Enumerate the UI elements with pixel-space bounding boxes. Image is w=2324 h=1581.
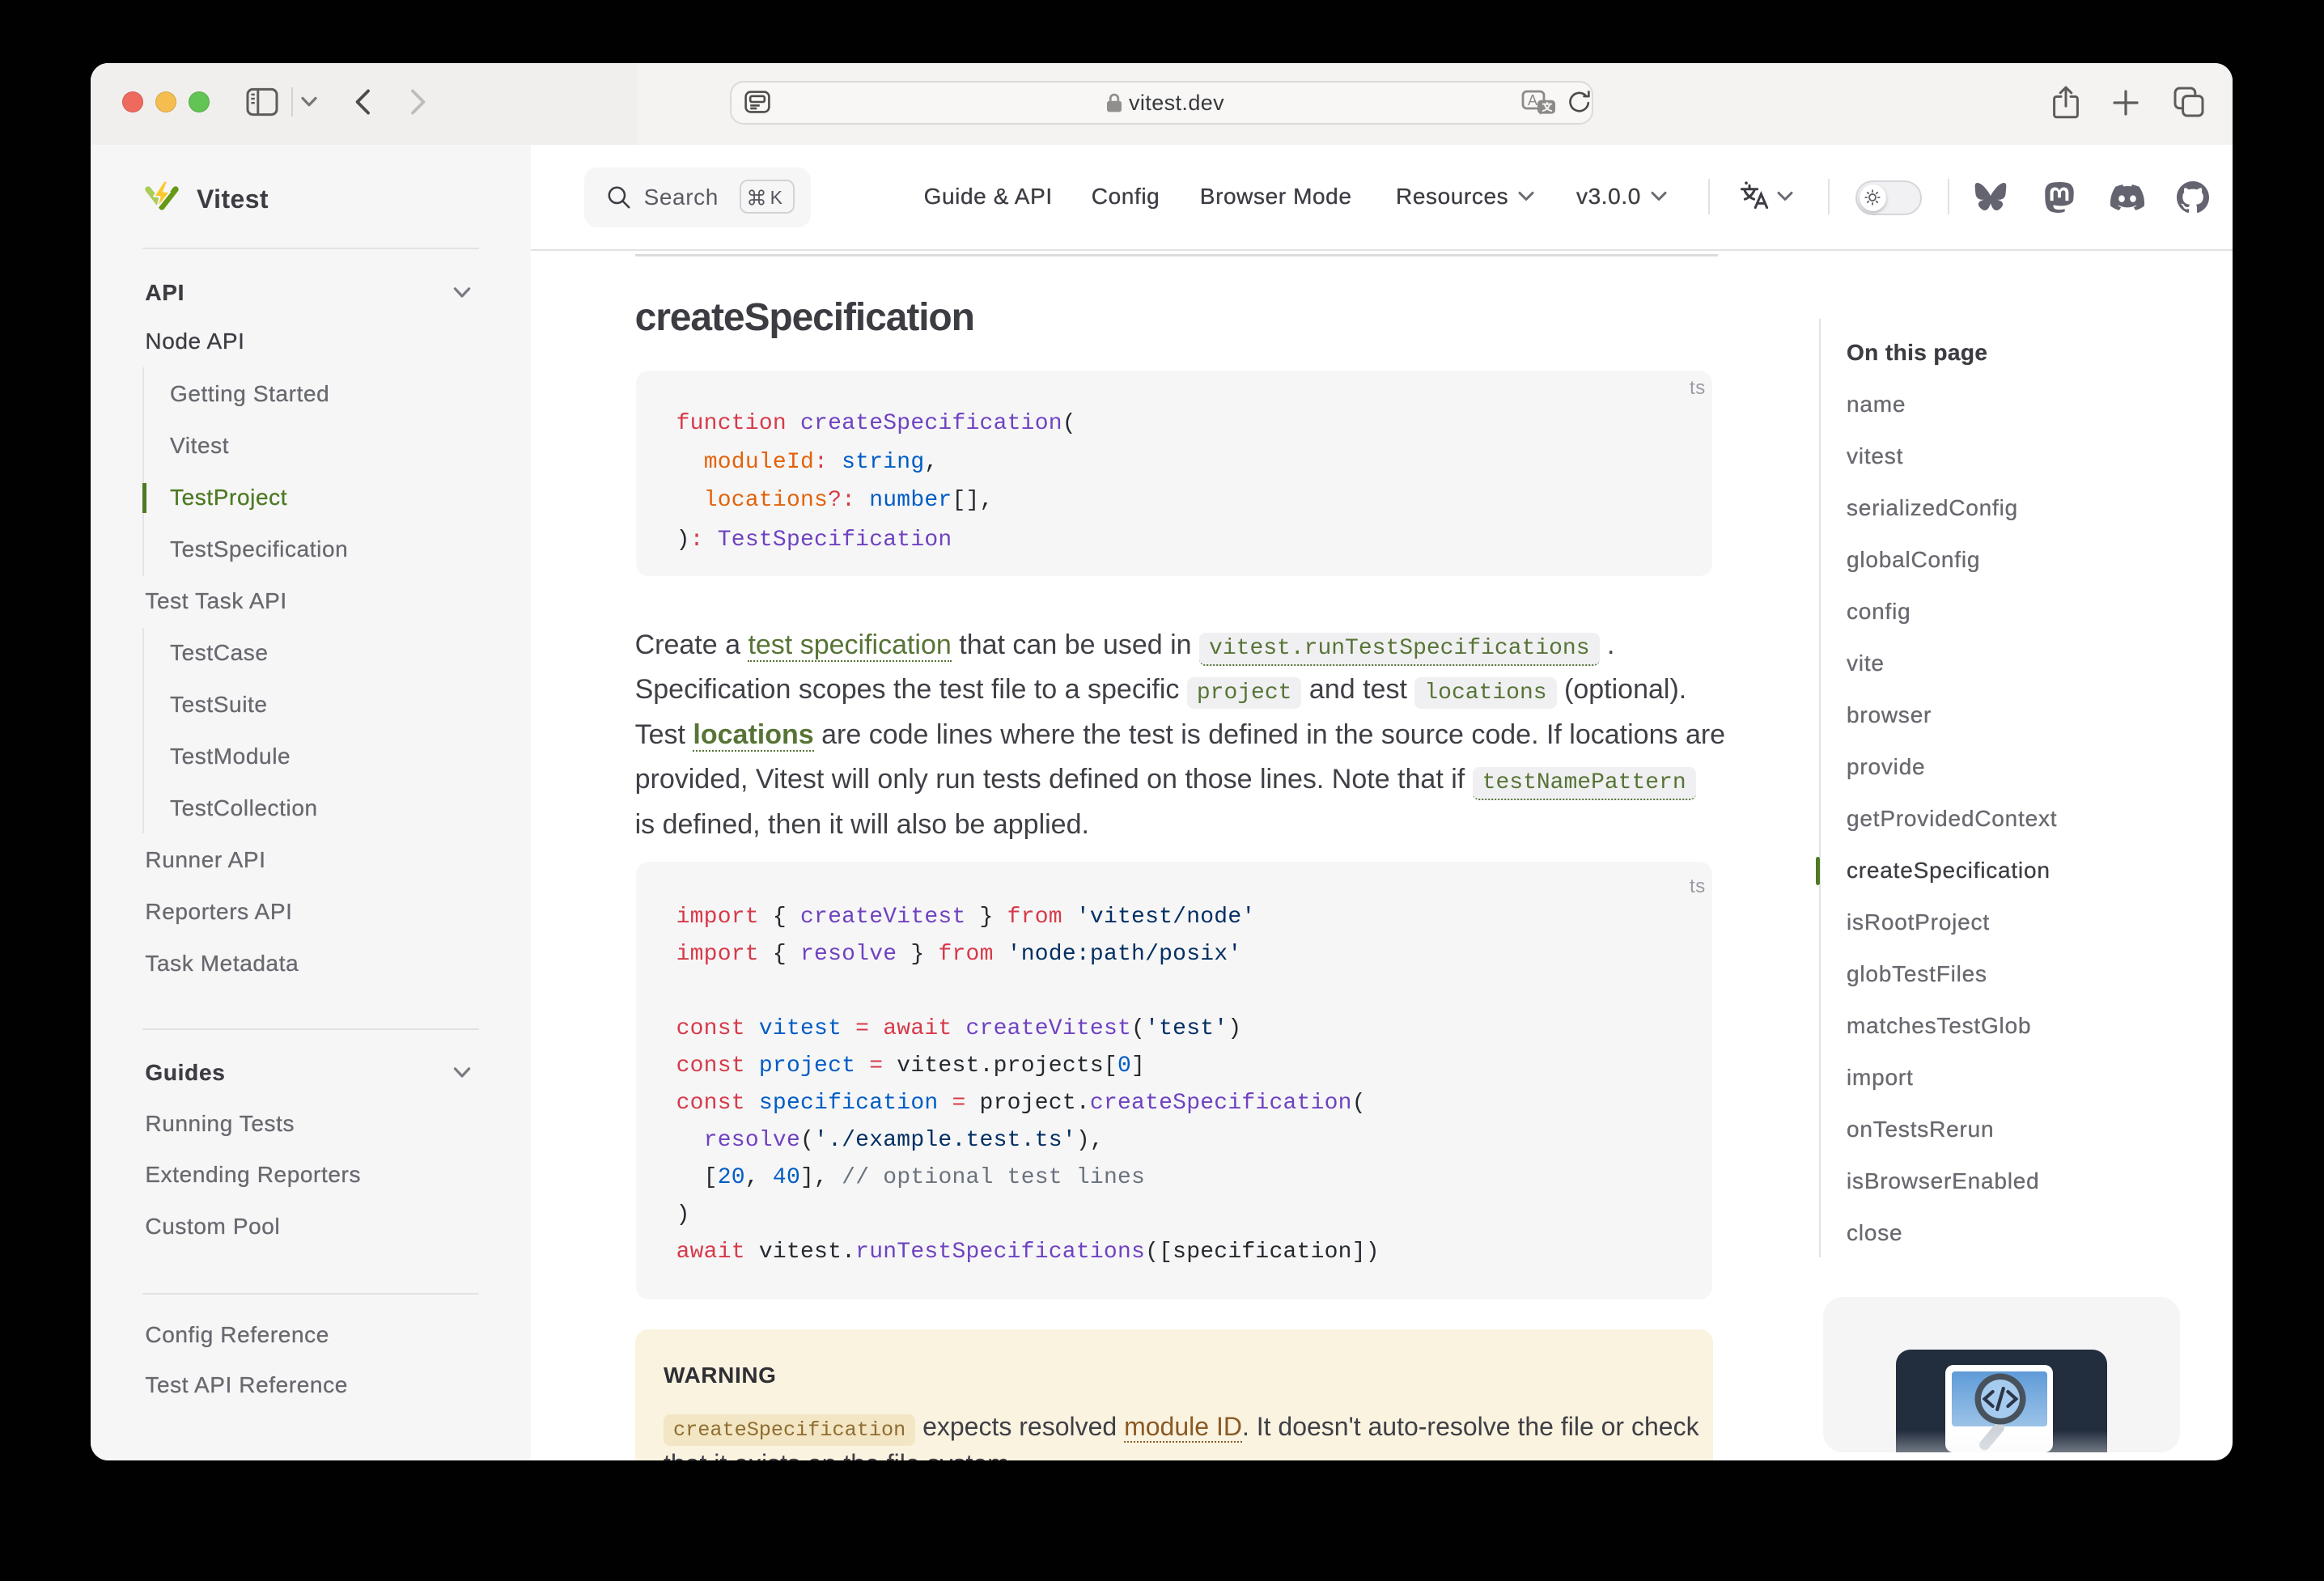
svg-text:A: A [1528, 92, 1537, 108]
